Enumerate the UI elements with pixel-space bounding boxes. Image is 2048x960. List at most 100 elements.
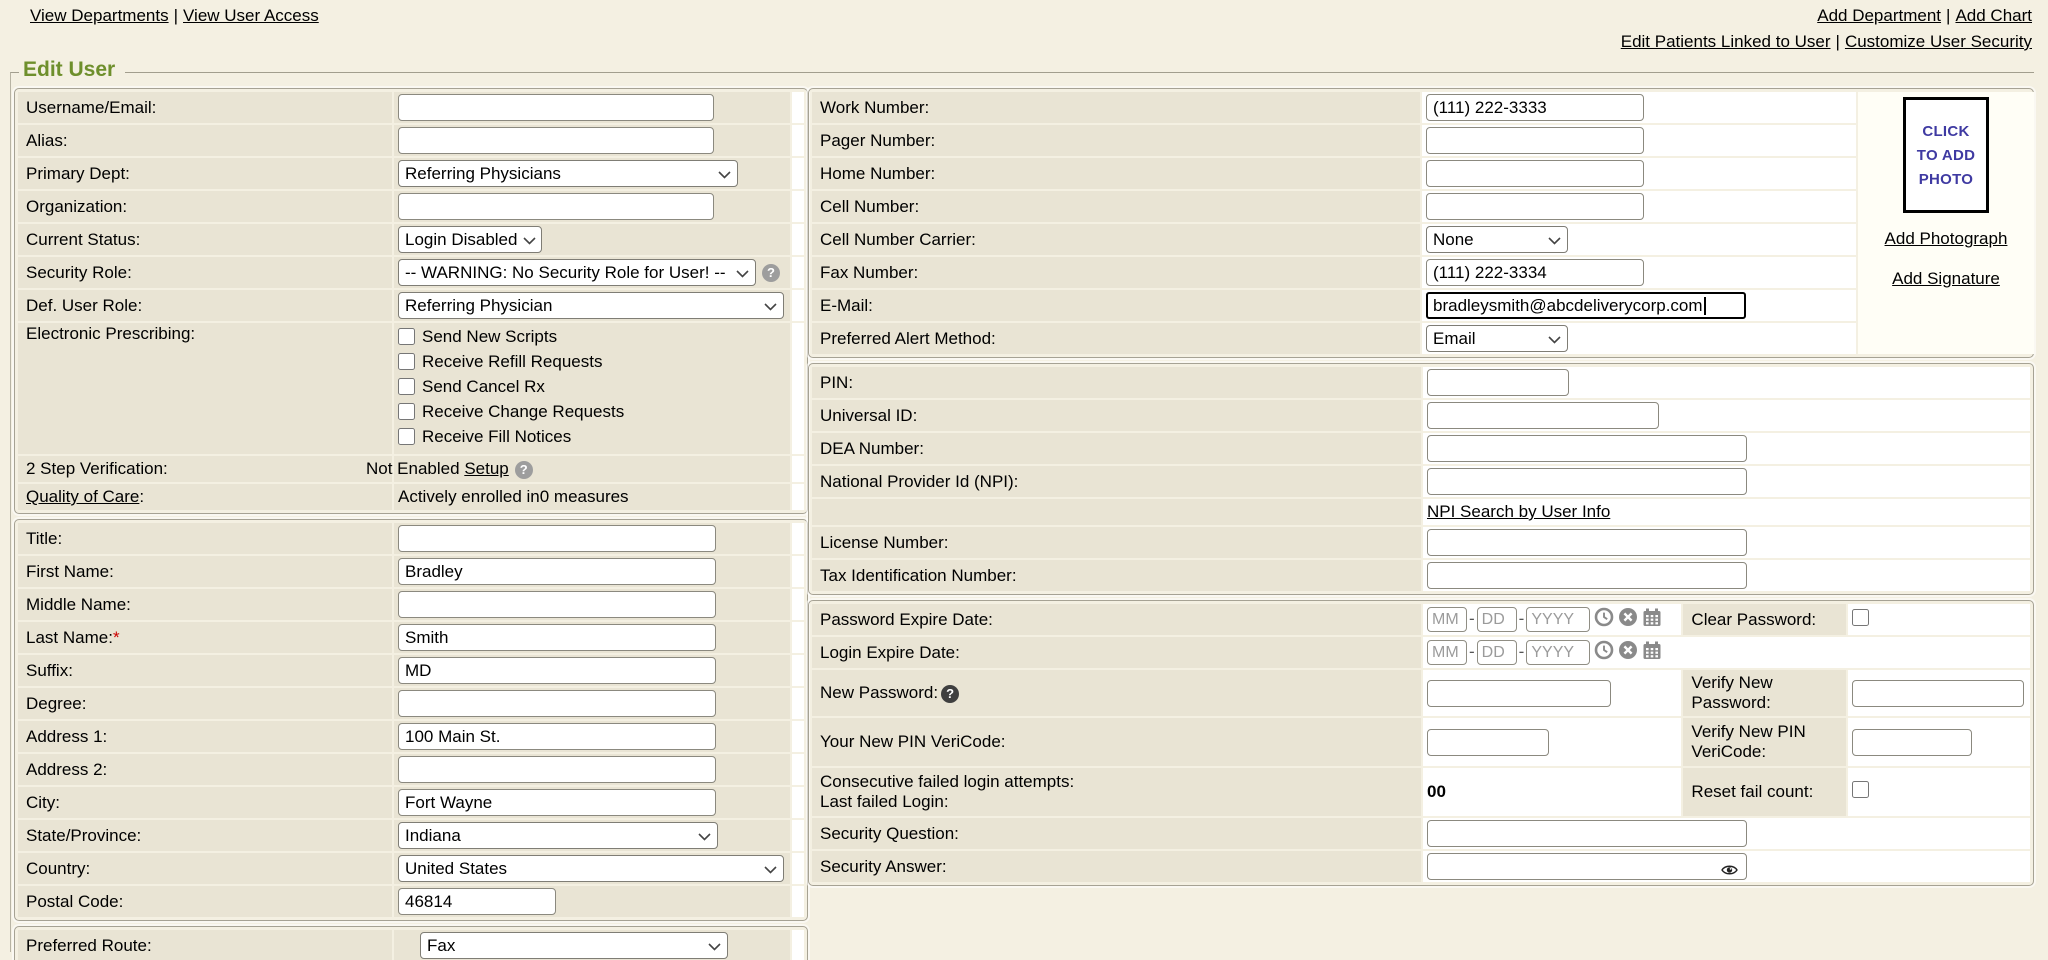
password-expire-date-mm-input[interactable] <box>1427 607 1467 632</box>
electronic-prescribing-checkbox-0[interactable] <box>398 328 415 345</box>
new-password-input[interactable] <box>1427 680 1611 707</box>
suffix-input[interactable] <box>398 657 716 684</box>
preferred-route-select[interactable]: Fax <box>420 932 728 959</box>
degree-input[interactable] <box>398 690 716 717</box>
filler-cell <box>792 886 804 917</box>
clock-icon[interactable] <box>1594 640 1614 665</box>
login-expire-date-yyyy-input[interactable] <box>1526 640 1590 665</box>
help-icon[interactable]: ? <box>515 461 533 479</box>
work-number-input[interactable] <box>1426 94 1644 121</box>
electronic-prescribing-checkbox-1[interactable] <box>398 353 415 370</box>
filler-cell <box>792 622 804 653</box>
help-icon[interactable]: ? <box>941 685 959 703</box>
security-question-input[interactable] <box>1427 820 1747 847</box>
chevron-down-icon <box>1548 329 1561 349</box>
alias-input[interactable] <box>398 127 714 154</box>
universal-id-label: Universal ID: <box>812 400 1421 431</box>
form-row-suffix: Suffix: <box>18 655 804 686</box>
electronic-prescribing-checkbox-2[interactable] <box>398 378 415 395</box>
cell-number-input[interactable] <box>1426 193 1644 220</box>
selected-option: Referring Physician <box>405 296 552 316</box>
tax-id-input[interactable] <box>1427 562 1747 589</box>
add-department-link[interactable]: Add Department <box>1817 6 1941 25</box>
postal-code-cell <box>394 886 790 917</box>
electronic-prescribing-checkbox-3[interactable] <box>398 403 415 420</box>
password-expire-date-yyyy-input[interactable] <box>1526 607 1590 632</box>
view-user-access-link[interactable]: View User Access <box>183 6 319 25</box>
label-text: Alias: <box>26 131 68 150</box>
customize-user-security-link[interactable]: Customize User Security <box>1845 32 2032 51</box>
pin-vericode-label: Your New PIN VeriCode: <box>812 718 1421 766</box>
calendar-icon[interactable] <box>1642 607 1662 632</box>
eye-icon[interactable] <box>1721 861 1738 881</box>
city-input[interactable] <box>398 789 716 816</box>
help-icon[interactable]: ? <box>762 264 780 282</box>
organization-input[interactable] <box>398 193 714 220</box>
address-2-input[interactable] <box>398 756 716 783</box>
last-name-input[interactable] <box>398 624 716 651</box>
form-row-country: Country:United States <box>18 853 804 884</box>
home-number-input[interactable] <box>1426 160 1644 187</box>
npi-input[interactable] <box>1427 468 1747 495</box>
username-email-input[interactable] <box>398 94 714 121</box>
password-expire-date-pair-checkbox[interactable] <box>1852 609 1869 626</box>
security-role-label: Security Role: <box>18 257 392 288</box>
security-question-cell <box>1423 818 2030 849</box>
label-text: Preferred Alert Method: <box>820 329 996 348</box>
pin-vericode-pair-input[interactable] <box>1852 729 1972 756</box>
def-user-role-select[interactable]: Referring Physician <box>398 292 784 319</box>
security-answer-input[interactable] <box>1427 853 1747 880</box>
npi-search-link[interactable]: NPI Search by User Info <box>1427 502 1610 521</box>
quality-of-care-cell: Actively enrolled in0 measures <box>394 484 790 510</box>
chevron-down-icon <box>718 164 731 184</box>
email-field[interactable]: bradleysmith@abcdeliverycorp.com <box>1426 292 1746 319</box>
add-photo-box[interactable]: CLICKTO ADDPHOTO <box>1903 97 1989 213</box>
add-photograph-link[interactable]: Add Photograph <box>1885 229 2008 249</box>
preferred-alert-method-select[interactable]: Email <box>1426 325 1568 352</box>
new-password-pair-input[interactable] <box>1852 680 2024 707</box>
pin-vericode-pair-label: Verify New PIN VeriCode: <box>1683 718 1845 766</box>
add-signature-link[interactable]: Add Signature <box>1892 269 2000 289</box>
current-status-select[interactable]: Login Disabled <box>398 226 542 253</box>
pin-input[interactable] <box>1427 369 1569 396</box>
country-select[interactable]: United States <box>398 855 784 882</box>
top-right-links-row1: Add Department|Add Chart <box>1817 6 2032 26</box>
country-cell: United States <box>394 853 790 884</box>
password-expire-date-dd-input[interactable] <box>1477 607 1517 632</box>
universal-id-cell <box>1423 400 2030 431</box>
add-chart-link[interactable]: Add Chart <box>1955 6 2032 25</box>
fax-number-input[interactable] <box>1426 259 1644 286</box>
universal-id-input[interactable] <box>1427 402 1659 429</box>
pin-vericode-input[interactable] <box>1427 729 1549 756</box>
address-1-input[interactable] <box>398 723 716 750</box>
address-2-cell <box>394 754 790 785</box>
new-password-pair-cell <box>1848 670 2030 716</box>
clear-date-icon[interactable] <box>1618 607 1638 632</box>
electronic-prescribing-checkbox-4[interactable] <box>398 428 415 445</box>
postal-code-input[interactable] <box>398 888 556 915</box>
calendar-icon[interactable] <box>1642 640 1662 665</box>
dea-number-input[interactable] <box>1427 435 1747 462</box>
license-number-input[interactable] <box>1427 529 1747 556</box>
login-expire-date-dd-input[interactable] <box>1477 640 1517 665</box>
pager-number-input[interactable] <box>1426 127 1644 154</box>
label-text: National Provider Id (NPI): <box>820 472 1018 491</box>
edit-patients-linked-link[interactable]: Edit Patients Linked to User <box>1621 32 1831 51</box>
first-name-input[interactable] <box>398 558 716 585</box>
checkbox-label: Receive Change Requests <box>422 402 624 421</box>
clock-icon[interactable] <box>1594 607 1614 632</box>
state-province-select[interactable]: Indiana <box>398 822 718 849</box>
security-role-select[interactable]: -- WARNING: No Security Role for User! -… <box>398 259 756 286</box>
title-input[interactable] <box>398 525 716 552</box>
primary-dept-select[interactable]: Referring Physicians <box>398 160 738 187</box>
filler-cell <box>792 257 804 288</box>
quality-of-care-label-link[interactable]: Quality of Care <box>26 487 139 506</box>
filler-cell <box>792 787 804 818</box>
failed-attempts-pair-checkbox[interactable] <box>1852 781 1869 798</box>
clear-date-icon[interactable] <box>1618 640 1638 665</box>
cell-number-carrier-select[interactable]: None <box>1426 226 1568 253</box>
login-expire-date-mm-input[interactable] <box>1427 640 1467 665</box>
setup-link[interactable]: Setup <box>464 459 508 478</box>
middle-name-input[interactable] <box>398 591 716 618</box>
view-departments-link[interactable]: View Departments <box>30 6 169 25</box>
